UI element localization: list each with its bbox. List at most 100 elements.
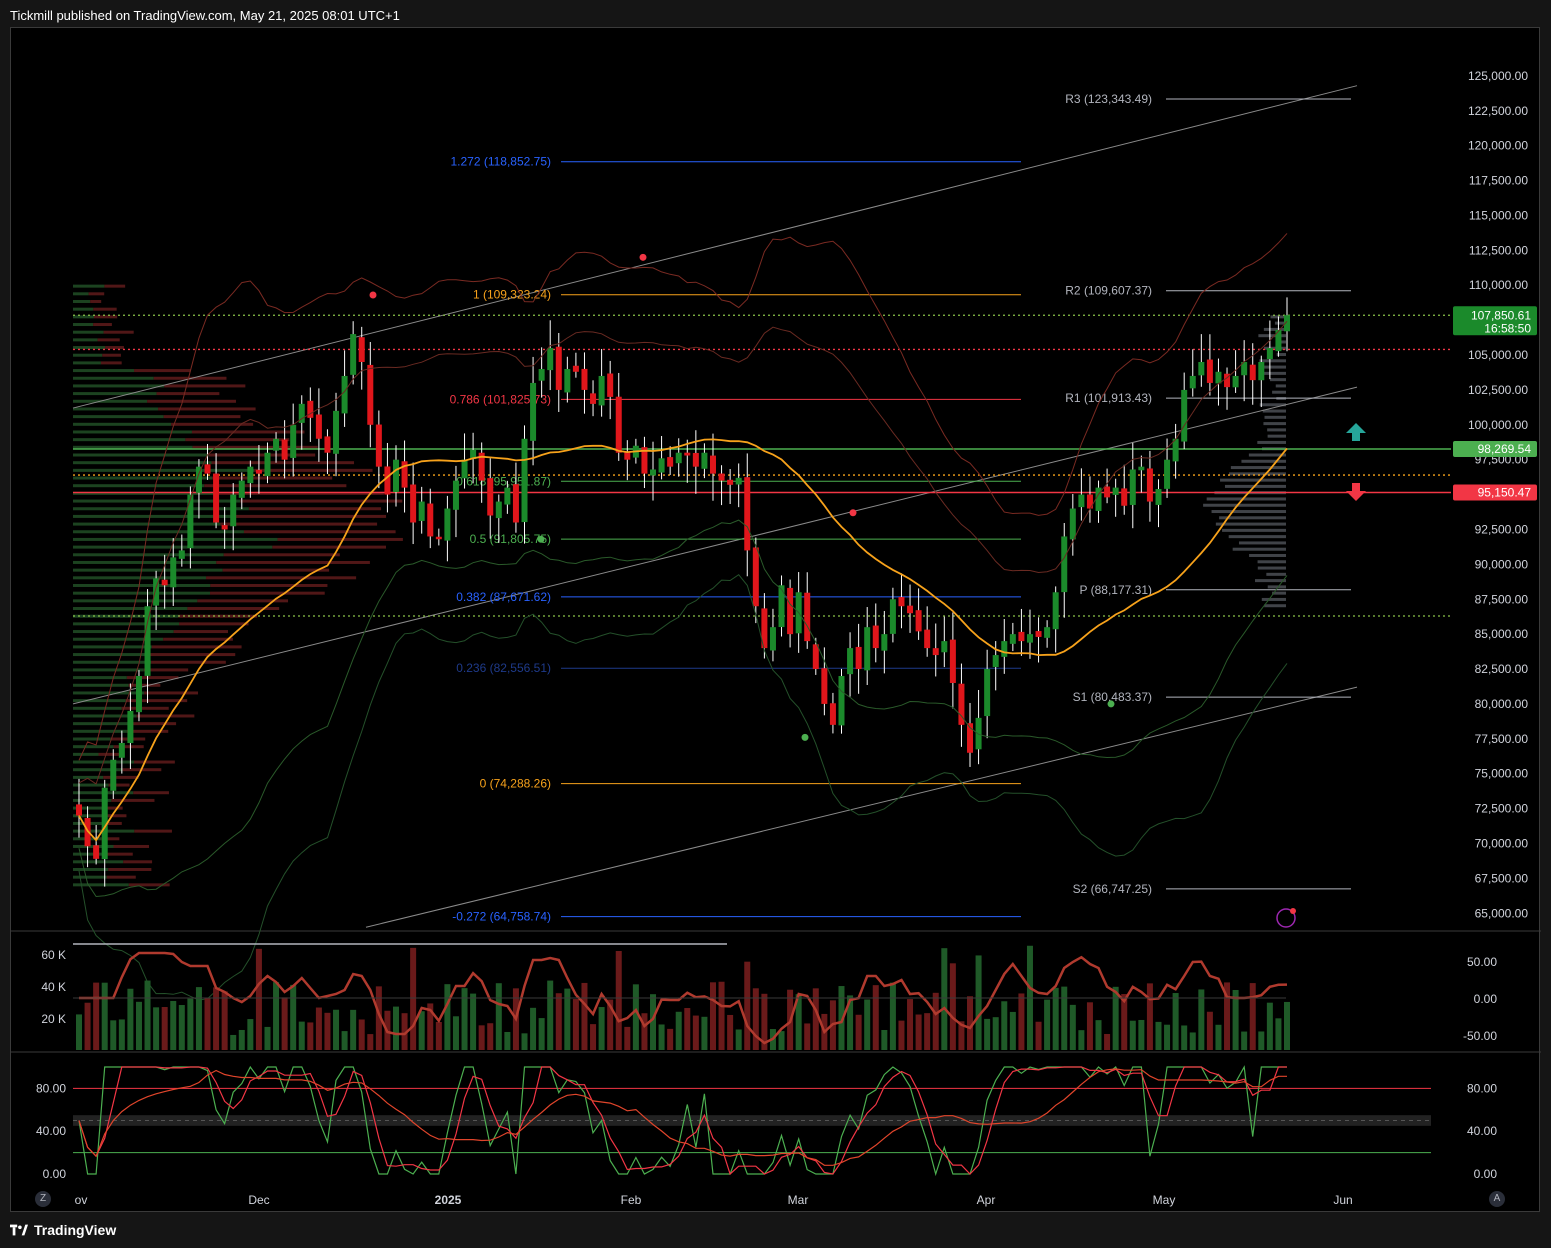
price-tick-label: 77,500.00 <box>1475 732 1529 746</box>
candle-down <box>1121 488 1127 505</box>
arrow-up-icon <box>1346 423 1366 441</box>
volume-bar <box>907 999 913 1050</box>
candle-down <box>933 648 939 655</box>
zoom-button[interactable]: Z <box>35 1191 51 1207</box>
chart-canvas[interactable]: 125,000.00 122,500.00 120,000.00 117,500.00… <box>11 28 1541 1213</box>
fib-level-label: 1.272 (118,852.75) <box>450 155 551 169</box>
time-tick-label: May <box>1153 1193 1176 1207</box>
volume-bar <box>1147 983 1153 1050</box>
profile-bar-down <box>204 484 346 487</box>
candle-up <box>522 439 528 522</box>
profile-bar <box>1268 435 1286 438</box>
volume-bar <box>522 1033 528 1050</box>
volume-tick-label: 60 K <box>41 948 66 962</box>
price-tick-label: 75,000.00 <box>1475 767 1529 781</box>
volume-bar <box>136 1002 142 1050</box>
volume-bar <box>162 1007 168 1050</box>
volume-bar <box>462 988 468 1050</box>
time-tick-label: Dec <box>248 1193 269 1207</box>
profile-bar-up <box>73 622 179 625</box>
profile-bar-down <box>223 569 329 572</box>
pivot-level-label: R2 (109,607.37) <box>1065 284 1152 298</box>
profile-bar-up <box>73 392 157 395</box>
profile-bar-up <box>73 876 107 879</box>
signal-dot <box>850 509 857 516</box>
profile-bar-down <box>126 699 187 702</box>
candle-up <box>676 453 682 463</box>
profile-bar-up <box>73 407 158 410</box>
candle-down <box>924 630 930 648</box>
candle-down <box>513 484 519 522</box>
volume-bar <box>299 1022 305 1050</box>
profile-bar-up <box>73 415 164 418</box>
profile-bar-down <box>249 507 381 510</box>
profile-bar-down <box>113 845 149 848</box>
channel-mid-line <box>73 387 1357 704</box>
volume-bar <box>230 1035 236 1050</box>
profile-bar <box>1267 428 1286 431</box>
volume-bar <box>1138 1020 1144 1050</box>
candle-down <box>1250 365 1256 380</box>
candle-up <box>890 599 896 634</box>
price-tick-label: 112,500.00 <box>1469 243 1528 257</box>
volume-bar <box>1070 1005 1076 1050</box>
volume-bar <box>530 1008 536 1050</box>
volume-bar <box>881 1030 887 1050</box>
profile-bar <box>1263 422 1286 425</box>
profile-bar-up <box>73 546 272 549</box>
price-tick-label: 67,500.00 <box>1475 871 1529 885</box>
profile-bar-up <box>73 400 147 403</box>
fib-level-label: -0.272 (64,758.74) <box>452 910 551 924</box>
channel-upper-line <box>73 86 1357 408</box>
profile-bar-down <box>210 584 327 587</box>
chart-frame[interactable]: 125,000.00 122,500.00 120,000.00 117,500.00… <box>10 27 1540 1212</box>
volume-bar <box>436 1022 442 1050</box>
profile-bar-down <box>146 653 235 656</box>
candle-up <box>1155 489 1161 505</box>
profile-bar <box>1264 366 1286 369</box>
candle-up <box>993 655 999 667</box>
candle-up <box>736 478 742 485</box>
volume-bar <box>119 1019 125 1050</box>
stoch-tick-label-left: 80.00 <box>36 1081 66 1095</box>
candle-up <box>838 676 844 725</box>
candle-up <box>701 453 707 469</box>
fib-level-label: 0 (74,288.26) <box>480 777 551 791</box>
profile-bar-down <box>254 469 372 472</box>
profile-bar-down <box>104 331 134 334</box>
volume-bar <box>1250 983 1256 1050</box>
candle-down <box>573 366 579 372</box>
profile-bar-up <box>73 569 223 572</box>
auto-scale-button[interactable]: A <box>1489 1191 1505 1207</box>
profile-bar-up <box>73 530 244 533</box>
candle-up <box>547 348 553 370</box>
volume-bar <box>264 1027 270 1050</box>
candle-up <box>136 676 142 712</box>
profile-bar-up <box>73 630 174 633</box>
volume-bar <box>1113 987 1119 1050</box>
volume-bar <box>659 1024 665 1050</box>
profile-bar-down <box>134 830 172 833</box>
volume-bar <box>898 1021 904 1050</box>
price-tick-label: 85,000.00 <box>1475 627 1529 641</box>
profile-bar-up <box>73 354 102 357</box>
volume-bar <box>239 1030 245 1050</box>
candle-up <box>127 711 133 743</box>
candle-down <box>1147 468 1153 501</box>
profile-bar-down <box>114 745 144 748</box>
volume-bar <box>307 1022 313 1050</box>
candle-up <box>170 557 176 587</box>
profile-bar-down <box>216 561 370 564</box>
profile-bar-up <box>73 346 105 349</box>
profile-bar-up <box>73 461 212 464</box>
price-tick-label: 82,500.00 <box>1475 662 1529 676</box>
volume-bar <box>324 1013 330 1050</box>
profile-bar-up <box>73 331 104 334</box>
pivot-level-label: R3 (123,343.49) <box>1065 92 1152 106</box>
volume-bar <box>1001 1001 1007 1050</box>
volume-bar <box>590 1024 596 1050</box>
profile-bar-up <box>73 714 136 717</box>
volume-bar <box>1018 993 1024 1050</box>
profile-bar-up <box>73 361 101 364</box>
profile-bar-up <box>73 576 206 579</box>
